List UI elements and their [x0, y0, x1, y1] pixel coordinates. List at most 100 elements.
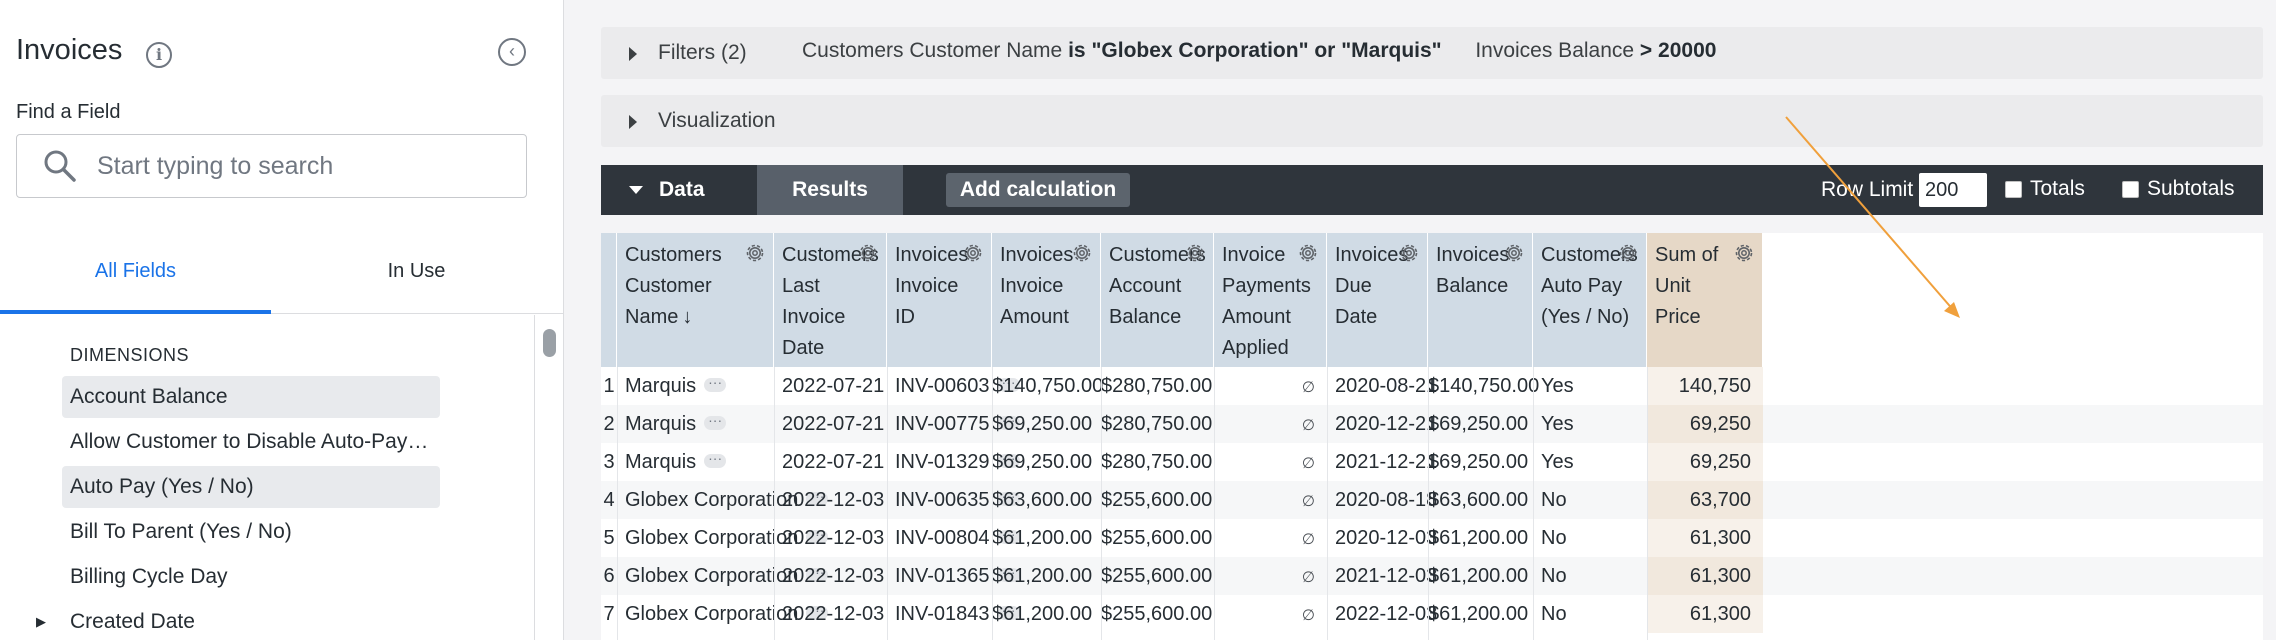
gear-icon[interactable]	[856, 241, 880, 265]
cell-last-invoice-date[interactable]: 2022-12-03	[774, 557, 887, 595]
cell-payments-applied[interactable]: ∅	[1214, 557, 1327, 595]
table-row[interactable]: 4 Globex Corporation ··· 2022-12-03 INV-0063…	[601, 481, 2263, 519]
cell-invoice-id[interactable]: INV-01843 ···	[887, 595, 1020, 633]
more-options-icon[interactable]: ···	[704, 375, 727, 392]
cell-last-invoice-date[interactable]: 2022-07-21	[774, 367, 887, 405]
cell-sum-unit-price[interactable]: 63,700	[1647, 481, 1763, 519]
cell-balance[interactable]: $69,250.00	[1428, 443, 1533, 481]
cell-account-balance[interactable]: $280,750.00	[1101, 367, 1214, 405]
cell-account-balance[interactable]: $280,750.00	[1101, 405, 1214, 443]
column-header-balance[interactable]: Invoices Balance	[1428, 233, 1533, 367]
cell-auto-pay[interactable]: Yes	[1533, 443, 1647, 481]
cell-due-date[interactable]: 2020-08-21	[1327, 367, 1437, 405]
cell-invoice-amount[interactable]: $61,200.00	[992, 557, 1101, 595]
cell-payments-applied[interactable]: ∅	[1214, 481, 1327, 519]
cell-customer-name[interactable]: Marquis ···	[617, 405, 774, 443]
cell-customer-name[interactable]: Globex Corporation ···	[617, 519, 829, 557]
cell-auto-pay[interactable]: Yes	[1533, 367, 1647, 405]
cell-invoice-amount[interactable]: $63,600.00	[992, 481, 1101, 519]
gear-icon[interactable]	[1732, 241, 1756, 265]
column-header-invoice-id[interactable]: Invoices Invoice ID	[887, 233, 992, 367]
gear-icon[interactable]	[1296, 241, 1320, 265]
cell-last-invoice-date[interactable]: 2022-12-03	[774, 519, 887, 557]
more-options-icon[interactable]: ···	[704, 451, 727, 468]
cell-auto-pay[interactable]: No	[1533, 519, 1647, 557]
tab-all-fields[interactable]: All Fields	[0, 240, 271, 314]
cell-last-invoice-date[interactable]: 2022-07-21	[774, 405, 887, 443]
cell-sum-unit-price[interactable]: 140,750	[1647, 367, 1763, 405]
cell-sum-unit-price[interactable]: 69,250	[1647, 405, 1763, 443]
field-search-input[interactable]	[97, 145, 507, 187]
cell-invoice-id[interactable]: INV-01365 ···	[887, 557, 1020, 595]
cell-account-balance[interactable]: $255,600.00	[1101, 519, 1214, 557]
cell-due-date[interactable]: 2021-12-03	[1327, 557, 1437, 595]
cell-invoice-amount[interactable]: $69,250.00	[992, 405, 1101, 443]
subtotals-checkbox[interactable]	[2122, 181, 2139, 198]
gear-icon[interactable]	[1183, 241, 1207, 265]
table-row[interactable]: 2 Marquis ··· 2022-07-21 INV-00775 ··· $69,250…	[601, 405, 2263, 443]
field-item-bill-to-parent[interactable]: Bill To Parent (Yes / No)	[62, 511, 440, 553]
cell-invoice-amount[interactable]: $61,200.00	[992, 519, 1101, 557]
column-header-last-invoice-date[interactable]: Customers Last Invoice Date	[774, 233, 887, 367]
expand-triangle-icon[interactable]	[629, 47, 637, 61]
table-row[interactable]: 3 Marquis ··· 2022-07-21 INV-01329 ··· $69,250…	[601, 443, 2263, 481]
visualization-section[interactable]: Visualization	[601, 95, 2263, 147]
cell-sum-unit-price[interactable]: 61,300	[1647, 557, 1763, 595]
column-header-auto-pay[interactable]: Customers Auto Pay (Yes / No)	[1533, 233, 1647, 367]
cell-balance[interactable]: $140,750.00	[1428, 367, 1539, 405]
cell-auto-pay[interactable]: Yes	[1533, 405, 1647, 443]
chevron-left-circle-icon[interactable]: ‹	[498, 38, 526, 66]
cell-account-balance[interactable]: $255,600.00	[1101, 595, 1214, 633]
cell-payments-applied[interactable]: ∅	[1214, 595, 1327, 633]
column-header-account-balance[interactable]: Customers Account Balance	[1101, 233, 1214, 367]
cell-auto-pay[interactable]: No	[1533, 557, 1647, 595]
cell-customer-name[interactable]: Globex Corporation ···	[617, 481, 829, 519]
filters-section[interactable]: Filters (2) Customers Customer Name is "…	[601, 27, 2263, 79]
sort-arrow-icon[interactable]: ↓	[682, 306, 692, 328]
cell-balance[interactable]: $69,250.00	[1428, 405, 1533, 443]
cell-invoice-id[interactable]: INV-00775 ···	[887, 405, 1020, 443]
column-header-invoice-amount[interactable]: Invoices Invoice Amount	[992, 233, 1101, 367]
gear-icon[interactable]	[1397, 241, 1421, 265]
cell-invoice-amount[interactable]: $61,200.00	[992, 595, 1101, 633]
cell-sum-unit-price[interactable]: 69,250	[1647, 443, 1763, 481]
cell-due-date[interactable]: 2020-12-03	[1327, 519, 1437, 557]
cell-customer-name[interactable]: Globex Corporation ···	[617, 557, 829, 595]
data-tab[interactable]: Data	[601, 165, 757, 215]
visualization-label[interactable]: Visualization	[658, 109, 776, 133]
results-tab[interactable]: Results	[757, 165, 903, 215]
info-icon[interactable]: i	[146, 42, 172, 68]
cell-balance[interactable]: $61,200.00	[1428, 557, 1533, 595]
cell-invoice-id[interactable]: INV-00635 ···	[887, 481, 1020, 519]
cell-auto-pay[interactable]: No	[1533, 481, 1647, 519]
field-list-scrollbar[interactable]	[534, 315, 563, 640]
gear-icon[interactable]	[1070, 241, 1094, 265]
scrollbar-thumb[interactable]	[543, 329, 556, 357]
cell-invoice-amount[interactable]: $140,750.00	[992, 367, 1103, 405]
gear-icon[interactable]	[961, 241, 985, 265]
more-options-icon[interactable]: ···	[704, 413, 727, 430]
cell-due-date[interactable]: 2022-12-03	[1327, 595, 1437, 633]
cell-customer-name[interactable]: Marquis ···	[617, 367, 774, 405]
cell-last-invoice-date[interactable]: 2022-12-03	[774, 481, 887, 519]
cell-auto-pay[interactable]: No	[1533, 595, 1647, 633]
cell-balance[interactable]: $61,200.00	[1428, 595, 1533, 633]
cell-due-date[interactable]: 2020-08-18	[1327, 481, 1437, 519]
row-limit-input[interactable]	[1919, 173, 1987, 207]
column-header-sum-unit-price[interactable]: Sum of Unit Price	[1647, 233, 1763, 367]
cell-customer-name[interactable]: Marquis ···	[617, 443, 774, 481]
table-row[interactable]: 7 Globex Corporation ··· 2022-12-03 INV-0184…	[601, 595, 2263, 633]
field-item-created-date[interactable]: Created Date	[62, 601, 440, 640]
tab-in-use[interactable]: In Use	[281, 240, 552, 314]
totals-checkbox[interactable]	[2005, 181, 2022, 198]
cell-account-balance[interactable]: $255,600.00	[1101, 481, 1214, 519]
cell-balance[interactable]: $61,200.00	[1428, 519, 1533, 557]
cell-sum-unit-price[interactable]: 61,300	[1647, 519, 1763, 557]
cell-payments-applied[interactable]: ∅	[1214, 519, 1327, 557]
field-item-account-balance[interactable]: Account Balance	[62, 376, 440, 418]
column-header-due-date[interactable]: Invoices Due Date	[1327, 233, 1428, 367]
gear-icon[interactable]	[1502, 241, 1526, 265]
add-calculation-button[interactable]: Add calculation	[946, 173, 1130, 207]
table-row[interactable]: 1 Marquis ··· 2022-07-21 INV-00603 ··· $140,75…	[601, 367, 2263, 405]
cell-last-invoice-date[interactable]: 2022-07-21	[774, 443, 887, 481]
